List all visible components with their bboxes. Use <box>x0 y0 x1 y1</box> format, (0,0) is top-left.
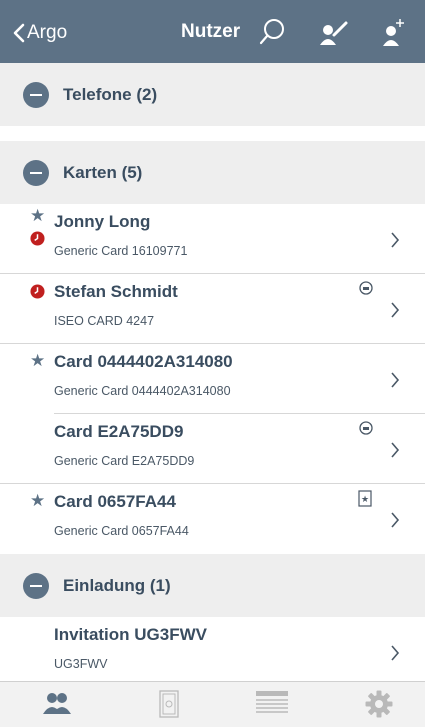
card-title: Stefan Schmidt <box>54 282 178 301</box>
settings-icon[interactable] <box>365 690 393 718</box>
collapse-icon[interactable] <box>23 81 49 108</box>
search-icon[interactable] <box>258 17 288 47</box>
section-title: Einladung (1) <box>63 575 171 595</box>
chevron-right-icon <box>391 372 400 388</box>
star-icon: ★ <box>30 206 46 225</box>
sync-icon <box>359 421 373 435</box>
tab-bar <box>0 681 425 727</box>
card-subtitle: Generic Card 0444402A314080 <box>54 384 231 398</box>
invitation-subtitle: UG3FWV <box>54 657 108 671</box>
invitation-title: Invitation UG3FWV <box>54 625 207 644</box>
sync-icon <box>359 281 373 295</box>
svg-text:★: ★ <box>361 495 369 505</box>
back-label: Argo <box>27 22 68 43</box>
section-header-einladung[interactable]: Einladung (1) <box>0 554 425 617</box>
card-title: Card E2A75DD9 <box>54 422 184 441</box>
chevron-right-icon <box>391 645 400 661</box>
card-title: Card 0444402A314080 <box>54 352 233 371</box>
edit-user-icon[interactable] <box>318 17 350 47</box>
door-icon[interactable] <box>159 690 179 718</box>
list-item[interactable]: Card E2A75DD9 Generic Card E2A75DD9 <box>0 414 425 484</box>
collapse-icon[interactable] <box>23 572 49 599</box>
list-item[interactable]: ★ Jonny Long Generic Card 16109771 <box>0 204 425 274</box>
add-user-icon[interactable] <box>380 17 408 47</box>
section-header-telefone[interactable]: Telefone (2) <box>0 63 425 126</box>
star-icon: ★ <box>30 351 46 370</box>
card-star-icon: ★ <box>358 490 372 507</box>
users-icon[interactable] <box>41 690 73 716</box>
chevron-left-icon <box>13 23 25 43</box>
back-button[interactable]: Argo <box>13 20 67 46</box>
card-subtitle: Generic Card 0657FA44 <box>54 524 189 538</box>
chevron-right-icon <box>391 442 400 458</box>
list-item[interactable]: Stefan Schmidt ISEO CARD 4247 <box>0 274 425 344</box>
section-title: Telefone (2) <box>63 84 158 104</box>
list-item[interactable]: ★ Card 0657FA44 Generic Card 0657FA44 ★ <box>0 484 425 554</box>
chevron-right-icon <box>391 302 400 318</box>
card-subtitle: Generic Card E2A75DD9 <box>54 454 195 468</box>
card-title: Card 0657FA44 <box>54 492 176 511</box>
collapse-icon[interactable] <box>23 159 49 186</box>
list-item[interactable]: ★ Card 0444402A314080 Generic Card 04444… <box>0 344 425 414</box>
clock-icon <box>30 284 45 299</box>
chevron-right-icon <box>391 512 400 528</box>
star-icon: ★ <box>30 491 46 510</box>
card-subtitle: ISEO CARD 4247 <box>54 314 155 328</box>
page-title: Nutzer <box>181 21 241 42</box>
section-spacer <box>0 126 425 141</box>
section-title: Karten (5) <box>63 162 143 182</box>
nav-bar: Argo Nutzer <box>0 0 425 63</box>
card-title: Jonny Long <box>54 212 151 231</box>
section-header-karten[interactable]: Karten (5) <box>0 141 425 204</box>
list-icon[interactable] <box>255 690 289 716</box>
card-subtitle: Generic Card 16109771 <box>54 244 188 258</box>
chevron-right-icon <box>391 232 400 248</box>
clock-icon <box>30 231 45 246</box>
list-item[interactable]: Invitation UG3FWV UG3FWV <box>0 617 425 681</box>
